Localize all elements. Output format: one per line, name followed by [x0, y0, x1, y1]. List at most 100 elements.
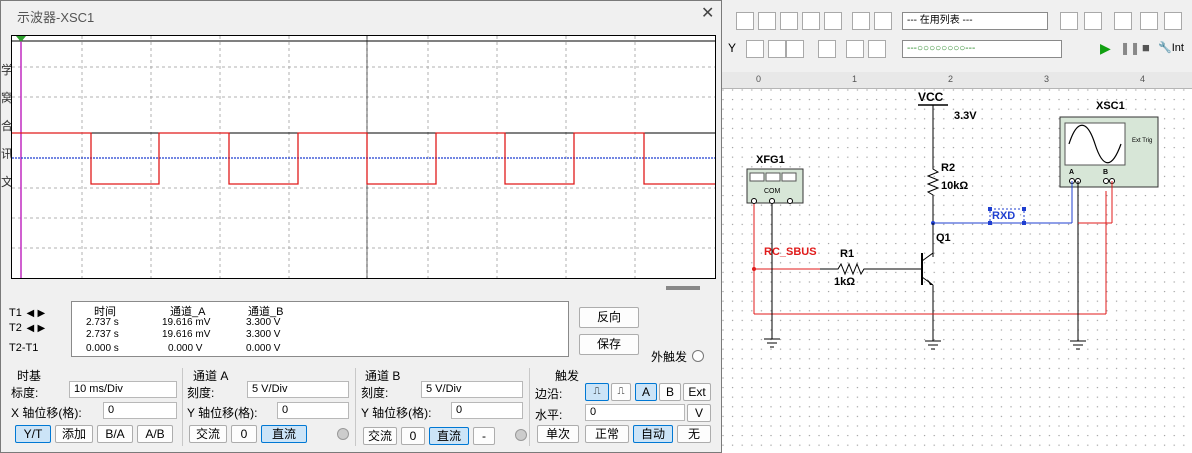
trigger-none-button[interactable]: 无	[677, 425, 711, 443]
t2-right-arrow-icon[interactable]: ▶	[36, 323, 47, 334]
t1-label: T1	[9, 307, 22, 319]
readout-delta-a: 0.000 V	[168, 343, 203, 354]
channel-a-zero-button[interactable]: 0	[231, 425, 257, 443]
timebase-scale-field[interactable]: 10 ms/Div	[69, 381, 177, 398]
trigger-source-ext-button[interactable]: Ext	[683, 383, 711, 401]
falling-edge-icon[interactable]: ⎍	[611, 383, 631, 401]
trigger-single-button[interactable]: 单次	[537, 425, 579, 443]
channel-a-scale-label: 刻度:	[187, 386, 215, 400]
more-icon[interactable]	[1164, 12, 1182, 30]
ext-trigger-label: 外触发	[651, 350, 688, 364]
bom-icon[interactable]	[818, 40, 836, 58]
instrument-icon[interactable]	[736, 12, 754, 30]
xsc1-a-label: A	[1069, 169, 1074, 176]
ammeter-icon[interactable]	[786, 40, 804, 58]
erc-icon[interactable]	[1060, 12, 1078, 30]
postprocessor-icon[interactable]	[874, 12, 892, 30]
r2-name[interactable]: R2	[941, 162, 955, 174]
hierarchy-icon[interactable]	[846, 40, 864, 58]
scrollbar-thumb[interactable]	[666, 286, 700, 290]
transfer-icon[interactable]	[1140, 12, 1158, 30]
timebase-xpos-field[interactable]: 0	[103, 402, 177, 419]
net-rxd-label[interactable]: RXD	[992, 210, 1015, 222]
channel-a-ac-button[interactable]: 交流	[189, 425, 227, 443]
channel-b-indicator-icon	[515, 429, 527, 441]
run-icon[interactable]: ▶	[1100, 40, 1111, 57]
channel-b-scale-field[interactable]: 5 V/Div	[421, 381, 523, 398]
r2-value: 10kΩ	[941, 180, 968, 192]
readout-delta-time: 0.000 s	[86, 343, 119, 354]
mode-add-button[interactable]: 添加	[55, 425, 93, 443]
timebase-xpos-label: X 轴位移(格):	[11, 406, 82, 420]
horizontal-scrollbar[interactable]	[11, 281, 716, 295]
mode-yt-button[interactable]: Y/T	[15, 425, 51, 443]
component-wizard-icon[interactable]	[852, 12, 870, 30]
in-use-list-dropdown[interactable]: --- 在用列表 ---	[902, 12, 1048, 30]
spreadsheet-icon[interactable]	[780, 12, 798, 30]
ruler-tick: 4	[1140, 74, 1146, 84]
readout-t1-a: 19.616 mV	[162, 317, 211, 328]
trigger-source-b-button[interactable]: B	[659, 383, 681, 401]
rising-edge-icon[interactable]: ⎍	[585, 383, 609, 401]
virtual-instrument-strip[interactable]: ---○○○○○○○○---	[902, 40, 1062, 58]
xsc1-b-label: B	[1103, 169, 1108, 176]
channel-a-title: 通道 A	[193, 369, 229, 383]
probe-icon[interactable]: Y	[728, 41, 736, 55]
mode-ab-button[interactable]: A/B	[137, 425, 173, 443]
t1-right-arrow-icon[interactable]: ▶	[36, 308, 47, 319]
reverse-button[interactable]: 反向	[579, 307, 639, 328]
channel-a-scale-field[interactable]: 5 V/Div	[247, 381, 349, 398]
vcc-value: 3.3V	[954, 110, 977, 122]
vcc-label[interactable]: VCC	[918, 90, 944, 104]
scope-graticule	[12, 36, 715, 278]
schematic-canvas[interactable]: VCC 3.3V R2 10kΩ RXD Q1 R1 1kΩ RC_SBUS X…	[722, 89, 1192, 453]
t2-left-arrow-icon[interactable]: ◀	[25, 323, 36, 334]
trigger-source-a-button[interactable]: A	[635, 383, 657, 401]
channel-b-zero-button[interactable]: 0	[401, 427, 425, 445]
timebase-title: 时基	[17, 369, 42, 383]
pulse-icon[interactable]	[868, 40, 886, 58]
window-title: 示波器-XSC1	[17, 10, 95, 25]
forward-annotate-icon[interactable]	[1084, 12, 1102, 30]
background-window-edge: 学窝合讯文	[1, 61, 13, 201]
trigger-normal-button[interactable]: 正常	[585, 425, 629, 443]
readout-t2-b: 3.300 V	[246, 329, 281, 340]
trigger-auto-button[interactable]: 自动	[633, 425, 673, 443]
channel-b-title: 通道 B	[365, 369, 401, 383]
mode-ba-button[interactable]: B/A	[97, 425, 133, 443]
spectrum-icon[interactable]	[768, 40, 786, 58]
scope-display[interactable]	[11, 35, 716, 279]
channel-a-indicator-icon	[337, 428, 349, 440]
readout-t2-a: 19.616 mV	[162, 329, 211, 340]
readout-t2-time: 2.737 s	[86, 329, 119, 340]
ext-trigger-terminal[interactable]	[692, 350, 704, 362]
grapher-icon[interactable]	[802, 12, 820, 30]
interactive-label[interactable]: 🔧Int	[1158, 41, 1184, 54]
close-icon[interactable]: ✕	[701, 3, 714, 23]
xsc1-name[interactable]: XSC1	[1096, 100, 1125, 112]
t1-left-arrow-icon[interactable]: ◀	[25, 308, 36, 319]
save-button[interactable]: 保存	[579, 334, 639, 355]
pause-icon[interactable]: ❚❚	[1120, 41, 1140, 55]
network-analyzer-icon[interactable]	[746, 40, 764, 58]
xfg1-name[interactable]: XFG1	[756, 154, 785, 166]
channel-a-ypos-label: Y 轴位移(格):	[187, 406, 258, 420]
channel-a-dc-button[interactable]: 直流	[261, 425, 307, 443]
trigger-level-unit[interactable]: V	[687, 404, 711, 422]
stop-icon[interactable]: ■	[1142, 40, 1150, 55]
readout-t1-b: 3.300 V	[246, 317, 281, 328]
database-icon[interactable]	[824, 12, 842, 30]
channel-b-ypos-field[interactable]: 0	[451, 402, 523, 419]
trigger-level-label: 水平:	[535, 408, 563, 422]
ruler-tick: 3	[1044, 74, 1050, 84]
channel-a-ypos-field[interactable]: 0	[277, 402, 349, 419]
back-annotate-icon[interactable]	[1114, 12, 1132, 30]
q1-name[interactable]: Q1	[936, 232, 951, 244]
grid-icon[interactable]	[758, 12, 776, 30]
oscilloscope-window[interactable]: 学窝合讯文 示波器-XSC1 ✕ T1 ◀ ▶ T2 ◀ ▶ T2-T1 时间 …	[0, 0, 722, 453]
trigger-level-field[interactable]: 0	[585, 404, 685, 421]
r1-name[interactable]: R1	[840, 248, 854, 260]
channel-b-invert-button[interactable]: -	[473, 427, 495, 445]
channel-b-ac-button[interactable]: 交流	[363, 427, 397, 445]
channel-b-dc-button[interactable]: 直流	[429, 427, 469, 445]
